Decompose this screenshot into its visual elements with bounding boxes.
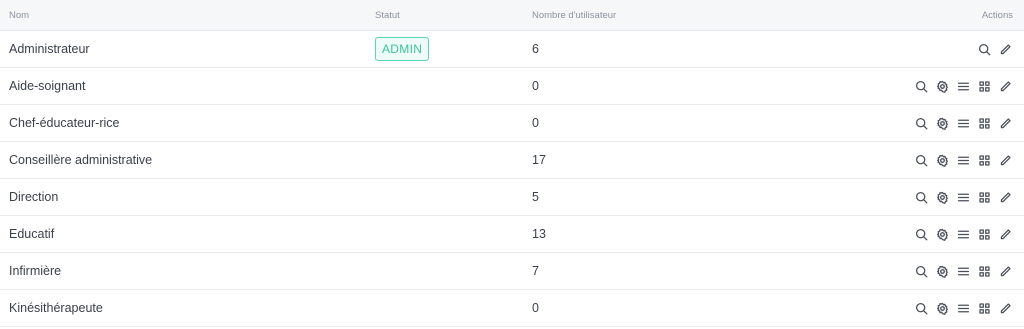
table-row[interactable]: Administrateur ADMIN 6 <box>0 31 1024 68</box>
gear-icon[interactable] <box>935 264 950 279</box>
user-count: 0 <box>532 79 539 93</box>
pencil-icon[interactable] <box>998 190 1013 205</box>
row-actions <box>914 190 1013 205</box>
table-row[interactable]: Conseillère administrative 17 <box>0 142 1024 179</box>
row-actions <box>914 301 1013 316</box>
grid-icon[interactable] <box>977 264 992 279</box>
roles-table: Nom Statut Nombre d'utilisateur Actions … <box>0 0 1024 327</box>
row-actions <box>914 116 1013 131</box>
pencil-icon[interactable] <box>998 153 1013 168</box>
table-row[interactable]: Chef-éducateur-rice 0 <box>0 105 1024 142</box>
column-header-name[interactable]: Nom <box>9 10 29 21</box>
grid-icon[interactable] <box>977 190 992 205</box>
search-icon[interactable] <box>914 116 929 131</box>
pencil-icon[interactable] <box>998 301 1013 316</box>
list-icon[interactable] <box>956 116 971 131</box>
role-name: Infirmière <box>9 264 62 278</box>
search-icon[interactable] <box>914 79 929 94</box>
search-icon[interactable] <box>914 227 929 242</box>
table-row[interactable]: Kinésithérapeute 0 <box>0 290 1024 327</box>
role-name: Kinésithérapeute <box>9 301 103 315</box>
table-row[interactable]: Infirmière 7 <box>0 253 1024 290</box>
table-header: Nom Statut Nombre d'utilisateur Actions <box>0 0 1024 31</box>
table-row[interactable]: Educatif 13 <box>0 216 1024 253</box>
user-count: 13 <box>532 227 546 241</box>
search-icon[interactable] <box>914 301 929 316</box>
admin-badge: ADMIN <box>375 37 430 61</box>
user-count: 5 <box>532 190 539 204</box>
user-count: 7 <box>532 264 539 278</box>
gear-icon[interactable] <box>935 153 950 168</box>
role-name: Direction <box>9 190 59 204</box>
user-count: 17 <box>532 153 546 167</box>
gear-icon[interactable] <box>935 116 950 131</box>
pencil-icon[interactable] <box>998 42 1013 57</box>
table-row[interactable]: Aide-soignant 0 <box>0 68 1024 105</box>
column-header-user-count[interactable]: Nombre d'utilisateur <box>532 10 616 21</box>
list-icon[interactable] <box>956 79 971 94</box>
list-icon[interactable] <box>956 301 971 316</box>
row-actions <box>914 79 1013 94</box>
gear-icon[interactable] <box>935 227 950 242</box>
grid-icon[interactable] <box>977 301 992 316</box>
grid-icon[interactable] <box>977 227 992 242</box>
gear-icon[interactable] <box>935 190 950 205</box>
status-badge-cell: ADMIN <box>375 37 430 61</box>
role-name: Administrateur <box>9 42 90 56</box>
column-header-statut[interactable]: Statut <box>375 10 400 21</box>
list-icon[interactable] <box>956 190 971 205</box>
list-icon[interactable] <box>956 264 971 279</box>
grid-icon[interactable] <box>977 153 992 168</box>
list-icon[interactable] <box>956 227 971 242</box>
row-actions <box>914 227 1013 242</box>
table-row[interactable]: Direction 5 <box>0 179 1024 216</box>
role-name: Conseillère administrative <box>9 153 153 167</box>
user-count: 0 <box>532 301 539 315</box>
pencil-icon[interactable] <box>998 79 1013 94</box>
pencil-icon[interactable] <box>998 116 1013 131</box>
grid-icon[interactable] <box>977 79 992 94</box>
grid-icon[interactable] <box>977 116 992 131</box>
search-icon[interactable] <box>914 264 929 279</box>
gear-icon[interactable] <box>935 301 950 316</box>
row-actions <box>977 42 1013 57</box>
role-name: Aide-soignant <box>9 79 86 93</box>
search-icon[interactable] <box>914 153 929 168</box>
column-header-actions: Actions <box>981 9 1013 21</box>
pencil-icon[interactable] <box>998 264 1013 279</box>
gear-icon[interactable] <box>935 79 950 94</box>
row-actions <box>914 264 1013 279</box>
search-icon[interactable] <box>914 190 929 205</box>
role-name: Educatif <box>9 227 55 241</box>
pencil-icon[interactable] <box>998 227 1013 242</box>
row-actions <box>914 153 1013 168</box>
list-icon[interactable] <box>956 153 971 168</box>
search-icon[interactable] <box>977 42 992 57</box>
role-name: Chef-éducateur-rice <box>9 116 120 130</box>
user-count: 0 <box>532 116 539 130</box>
user-count: 6 <box>532 42 539 56</box>
